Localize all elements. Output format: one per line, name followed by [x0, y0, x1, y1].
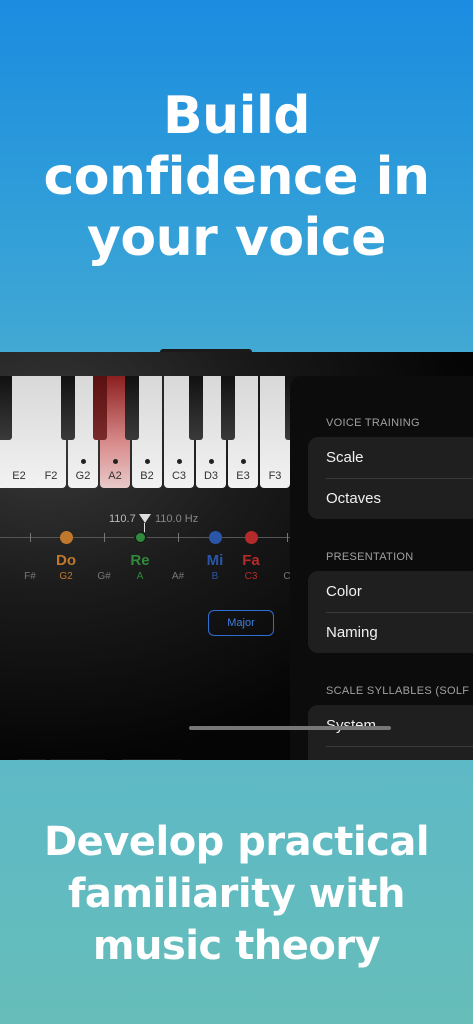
pitch-pointer-icon	[139, 514, 151, 523]
headline-line: confidence in	[43, 147, 430, 207]
piano-black-key[interactable]	[0, 376, 12, 440]
key-marker-dot	[144, 459, 150, 464]
section-header-presentation: PRESENTATION	[326, 551, 414, 563]
scale-tick	[104, 533, 105, 542]
piano-keyboard[interactable]: E2 F2 G2 A2 B2 C3 D3 E3 F3	[0, 376, 299, 488]
scale-tick	[30, 533, 31, 542]
syllable-fa: Fa	[242, 552, 260, 569]
headline-line: music theory	[92, 923, 381, 969]
note-dot-re	[134, 531, 147, 544]
key-marker-dot	[240, 459, 246, 464]
note-name-sharp: A#	[171, 571, 185, 582]
key-marker-dot	[80, 459, 86, 464]
note-name-c3: C3	[244, 571, 258, 582]
section-header-scale-syllables: SCALE SYLLABLES (SOLF	[326, 685, 470, 697]
note-dot-fa	[245, 531, 258, 544]
scale-syllables-group: System Minor mode	[308, 705, 473, 763]
major-mode-button[interactable]: Major	[208, 610, 274, 636]
settings-row-scale[interactable]: Scale	[308, 437, 473, 478]
note-dot-do	[60, 531, 73, 544]
presentation-group: Color Naming	[308, 571, 473, 653]
voice-training-group: Scale Octaves	[308, 437, 473, 519]
note-name-a: A	[136, 571, 144, 582]
syllable-do: Do	[56, 552, 76, 569]
headline-top: Build confidence in your voice	[0, 86, 473, 269]
section-header-voice-training: VOICE TRAINING	[326, 417, 420, 429]
piano-black-key[interactable]	[221, 376, 235, 440]
headline-line: your voice	[87, 208, 386, 268]
syllable-mi: Mi	[206, 552, 224, 569]
note-name-sharp: G#	[97, 571, 111, 582]
scale-tick	[178, 533, 179, 542]
scale-tick	[287, 533, 288, 542]
note-name-sharp: F#	[24, 571, 36, 582]
headline-bottom: Develop practical familiarity with music…	[0, 816, 473, 972]
app-screen: E2 F2 G2 A2 B2 C3 D3 E3 F3 110.7 110.0 H…	[0, 352, 473, 763]
note-name-b: B	[211, 571, 219, 582]
device-frame: E2 F2 G2 A2 B2 C3 D3 E3 F3 110.7 110.0 H…	[0, 352, 473, 763]
settings-row-octaves[interactable]: Octaves	[308, 478, 473, 519]
key-marker-dot	[208, 459, 214, 464]
settings-panel: VOICE TRAINING Scale Octaves PRESENTATIO…	[290, 376, 473, 763]
piano-black-key[interactable]	[93, 376, 107, 440]
settings-row-naming[interactable]: Naming	[308, 612, 473, 653]
key-marker-dot	[176, 459, 182, 464]
key-marker-dot	[112, 459, 118, 464]
home-indicator[interactable]	[189, 726, 391, 730]
piano-black-key[interactable]	[125, 376, 139, 440]
piano-black-key[interactable]	[61, 376, 75, 440]
note-dot-mi	[209, 531, 222, 544]
headline-line: familiarity with	[67, 871, 406, 917]
note-name-g2: G2	[59, 571, 73, 582]
target-frequency-readout: 110.0 Hz	[155, 513, 199, 525]
settings-row-color[interactable]: Color	[308, 571, 473, 612]
syllable-re: Re	[130, 552, 150, 569]
headline-line: Build	[162, 86, 311, 146]
sung-frequency-readout: 110.7	[109, 513, 136, 525]
piano-black-key[interactable]	[189, 376, 203, 440]
headline-line: Develop practical	[43, 819, 430, 865]
